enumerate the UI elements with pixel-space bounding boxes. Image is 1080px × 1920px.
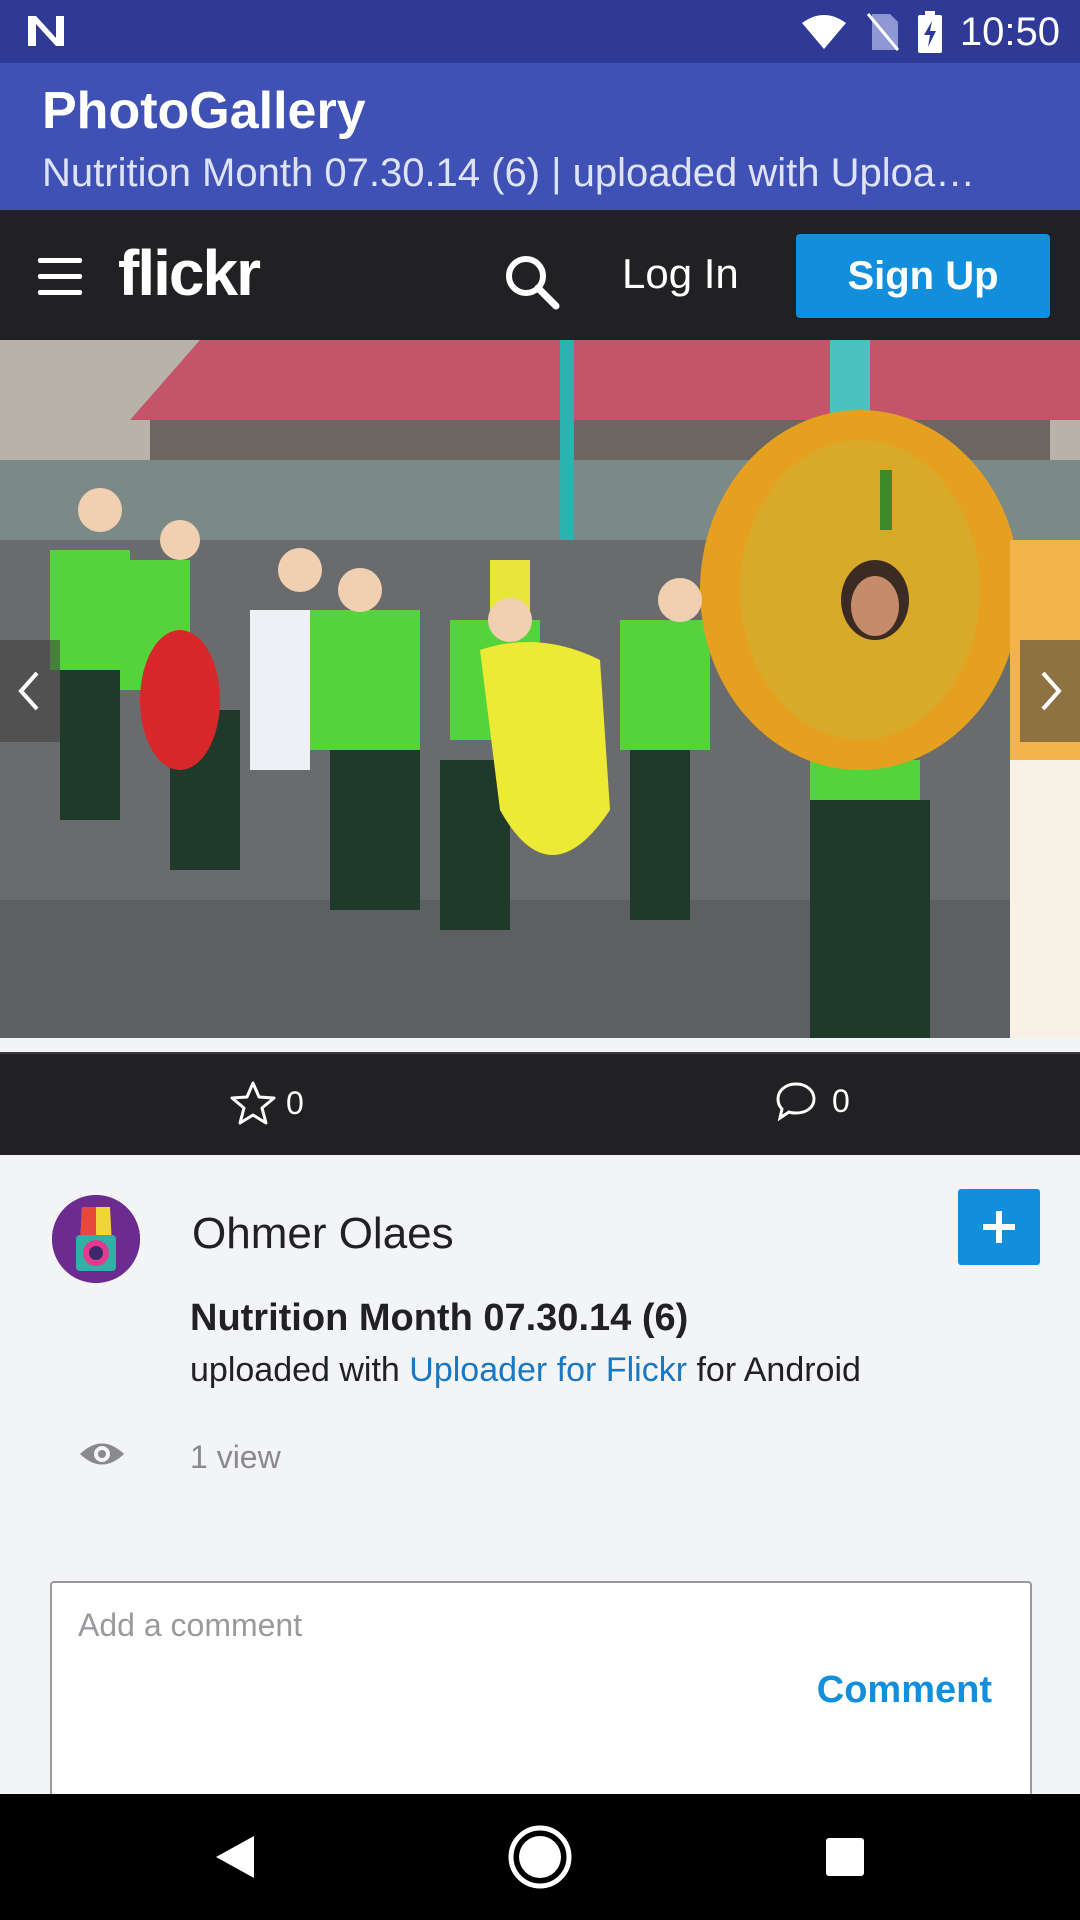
follow-button[interactable] (958, 1189, 1040, 1265)
home-button[interactable] (505, 1822, 575, 1892)
uploader-link[interactable]: Uploader for Flickr (409, 1351, 687, 1389)
system-nav-bar (0, 1794, 1080, 1920)
app-bar: PhotoGallery Nutrition Month 07.30.14 (6… (0, 63, 1080, 210)
previous-photo-button[interactable] (0, 640, 60, 742)
recents-square-icon (826, 1838, 864, 1876)
comment-input[interactable]: Add a comment Comment (50, 1581, 1032, 1821)
comment-bubble-icon (776, 1082, 816, 1122)
wifi-icon (801, 15, 846, 49)
photo-details: Ohmer Olaes Nutrition Month 07.30.14 (6)… (0, 1155, 1080, 1821)
app-title: PhotoGallery (42, 82, 366, 140)
flickr-header: flickr Log In Sign Up (0, 210, 1080, 340)
comments-button[interactable]: 0 (774, 1080, 850, 1122)
photo-image (0, 340, 1080, 1038)
plus-icon (983, 1211, 1015, 1243)
description-prefix: uploaded with (190, 1351, 410, 1389)
camera-avatar-icon (52, 1195, 140, 1283)
status-bar: 10:50 (0, 0, 1080, 63)
recents-button[interactable] (810, 1822, 880, 1892)
app-subtitle: Nutrition Month 07.30.14 (6) | uploaded … (42, 151, 976, 195)
star-icon (230, 1081, 276, 1125)
next-photo-button[interactable] (1020, 640, 1080, 742)
comment-submit-button[interactable]: Comment (817, 1669, 992, 1712)
photo-view[interactable] (0, 340, 1080, 1038)
login-link[interactable]: Log In (622, 250, 739, 298)
home-circle-icon (508, 1825, 572, 1889)
favorites-count: 0 (286, 1084, 304, 1121)
chevron-right-icon (1041, 671, 1062, 711)
eye-icon (80, 1443, 124, 1465)
notification-n-icon (28, 16, 64, 46)
owner-avatar[interactable] (52, 1195, 140, 1283)
back-button[interactable] (200, 1822, 270, 1892)
search-icon[interactable] (502, 252, 560, 310)
signup-button[interactable]: Sign Up (796, 234, 1050, 318)
menu-icon[interactable] (38, 258, 82, 296)
view-count: 1 view (190, 1439, 281, 1475)
owner-name[interactable]: Ohmer Olaes (192, 1209, 454, 1259)
flickr-logo[interactable]: flickr (118, 236, 261, 310)
description-suffix: for Android (687, 1351, 861, 1389)
no-sim-icon (866, 13, 900, 51)
battery-charging-icon (917, 11, 942, 53)
photo-title: Nutrition Month 07.30.14 (6) (190, 1297, 689, 1339)
comment-placeholder: Add a comment (78, 1607, 303, 1643)
back-triangle-icon (216, 1836, 254, 1878)
chevron-left-icon (18, 671, 39, 711)
clock: 10:50 (959, 9, 1060, 54)
comments-count: 0 (832, 1082, 850, 1119)
photo-description: uploaded with Uploader for Flickr for An… (190, 1351, 861, 1390)
photo-stats-bar: 0 0 (0, 1052, 1080, 1155)
favorite-button[interactable]: 0 (230, 1080, 304, 1126)
